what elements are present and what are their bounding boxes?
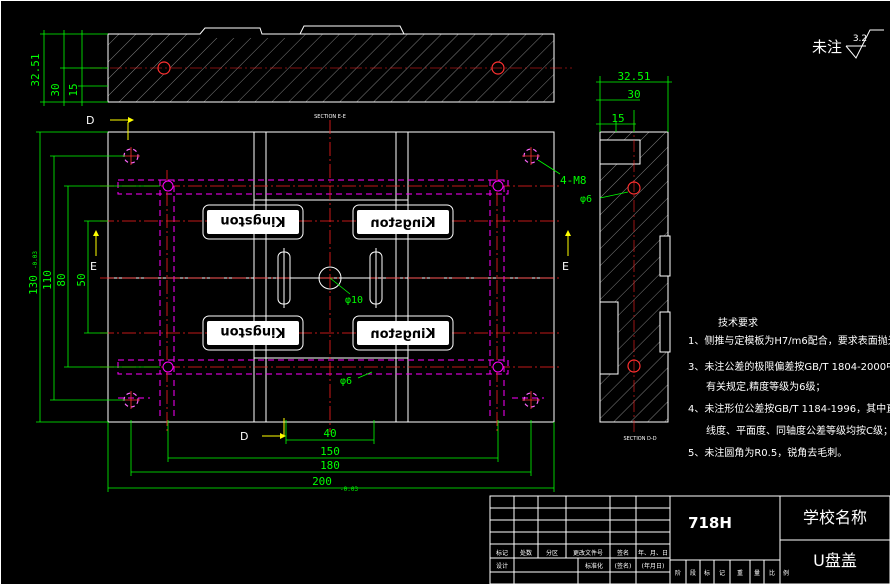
- hdr-4: 更改文件号: [573, 549, 603, 557]
- dim-phi10: φ10: [345, 295, 363, 306]
- dim-150: 150: [320, 445, 340, 458]
- dim-80: 80: [55, 273, 68, 286]
- dim-110: 110: [41, 270, 54, 290]
- part-name: U盘盖: [813, 551, 857, 570]
- dim-right-15: 15: [611, 112, 624, 125]
- hdr-2: 处数: [520, 549, 532, 557]
- stage-3: 标: [704, 569, 710, 577]
- dim-200-tol: -0.03: [340, 486, 358, 493]
- row2-4: (签名): [615, 562, 632, 570]
- dim-top-30: 30: [49, 83, 62, 96]
- dim-top-15: 15: [67, 83, 80, 96]
- cavity-bottom-left: Kingston: [202, 315, 304, 351]
- tech-item-2: 3、未注公差的极限偏差按GB/T 1804-2000中: [688, 360, 890, 373]
- row2-3: 标准化: [585, 562, 603, 570]
- roughness-note: 未注 3.2: [812, 29, 884, 59]
- tech-requirements: 技术要求 1、侧推与定模板为H7/m6配合，要求表面抛光处理； 3、未注公差的极…: [688, 316, 890, 459]
- main-plan-view: Kingston Kingston Kingston Kingston: [100, 120, 562, 432]
- tech-item-4: 4、未注形位公差按GB/T 1184-1996，其中直: [688, 402, 890, 415]
- row2-1: 设计: [496, 562, 508, 570]
- left-dimensions: 130 -0.03 110 80 50: [27, 131, 160, 423]
- stage-4: 记: [719, 570, 725, 577]
- hdr-3: 分区: [546, 549, 558, 557]
- dim-right-phi6: φ6: [580, 194, 592, 205]
- hdr-6: 年、月、日: [638, 549, 668, 557]
- tech-item-1: 1、侧推与定模板为H7/m6配合，要求表面抛光处理；: [688, 334, 890, 347]
- section-label-right: SECTION D-D: [623, 436, 656, 442]
- stage-5: 重: [737, 569, 743, 577]
- logo-text-1: Kingston: [220, 213, 285, 228]
- dim-130-tol: -0.03: [32, 251, 39, 269]
- title-block: 718H 学校名称 U盘盖 标记 处数 分区 更改文件号 签名 年、月、日 设计…: [489, 495, 890, 584]
- stage-7: 比: [769, 569, 775, 577]
- stage-6: 量: [754, 570, 760, 577]
- dim-130: 130: [27, 275, 40, 295]
- tech-item-3: 有关规定,精度等级为6级；: [706, 380, 826, 393]
- top-dimensions: 32.51 30 15: [29, 30, 108, 106]
- stage-8: 例: [783, 569, 789, 577]
- cut-mark-e-right: E: [562, 260, 569, 273]
- cavity-top-left: Kingston: [202, 204, 304, 240]
- cavity-bottom-right: Kingston: [352, 315, 454, 351]
- logo-text-2: Kingston: [370, 216, 435, 231]
- hdr-5: 签名: [617, 549, 629, 557]
- dim-180: 180: [320, 459, 340, 472]
- cad-drawing: 32.51 30 15 SECTION E-E Kingston Kingsto…: [0, 0, 890, 584]
- material-label: 718H: [688, 514, 732, 532]
- stage-2: 段: [690, 569, 696, 577]
- dim-phi6: φ6: [340, 376, 352, 387]
- dim-40: 40: [323, 427, 336, 440]
- stage-1: 阶: [675, 569, 681, 577]
- top-section-view: [90, 25, 572, 103]
- tech-item-6: 5、未注圆角为R0.5，锐角去毛刺。: [688, 446, 847, 459]
- roughness-value: 3.2: [853, 34, 867, 44]
- section-label-top: SECTION E-E: [314, 114, 346, 120]
- logo-text-4: Kingston: [370, 327, 435, 342]
- cut-mark-d-top: D: [86, 114, 94, 127]
- logo-text-3: Kingston: [220, 324, 285, 339]
- bottom-dimensions: 40 150 180 200 -0.03: [107, 420, 555, 493]
- note-label: 未注: [812, 38, 842, 56]
- dim-50: 50: [75, 273, 88, 286]
- right-section-view: [599, 120, 671, 432]
- dim-4-m8: 4-M8: [560, 174, 587, 187]
- dim-right-3251: 32.51: [617, 70, 650, 83]
- dim-top-3251: 32.51: [29, 53, 42, 86]
- tech-item-5: 线度、平面度、同轴度公差等级均按C级；: [706, 424, 890, 437]
- cut-mark-e-left: E: [90, 260, 97, 273]
- tech-title: 技术要求: [718, 316, 758, 329]
- cavity-top-right: Kingston: [352, 204, 454, 240]
- cut-mark-d-bottom: D: [240, 430, 248, 443]
- dim-200: 200: [312, 475, 332, 488]
- dim-right-30: 30: [627, 88, 640, 101]
- row2-5: (年月日): [642, 562, 665, 570]
- school-name: 学校名称: [803, 508, 867, 527]
- hdr-1: 标记: [496, 549, 508, 557]
